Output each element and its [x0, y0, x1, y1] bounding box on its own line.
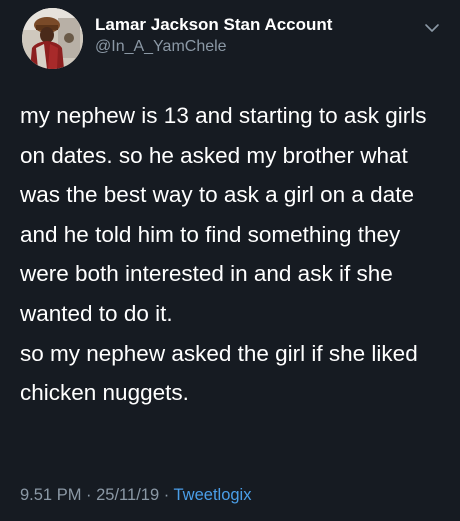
tweet-paragraph: so my nephew asked the girl if she liked…	[20, 340, 418, 406]
meta-separator: ·	[159, 486, 174, 504]
avatar[interactable]	[22, 8, 83, 69]
meta-separator: ·	[81, 486, 97, 504]
tweet-metadata: 9.51 PM · 25/11/19 · Tweetlogix	[20, 486, 251, 505]
display-name[interactable]: Lamar Jackson Stan Account	[95, 15, 332, 35]
tweet-card: Lamar Jackson Stan Account @In_A_YamChel…	[0, 0, 460, 521]
tweet-date: 25/11/19	[96, 486, 160, 504]
profile-photo-icon	[22, 8, 83, 69]
tweet-text: my nephew is 13 and starting to ask girl…	[20, 96, 450, 413]
client-link[interactable]: Tweetlogix	[174, 486, 252, 504]
chevron-down-icon[interactable]	[423, 21, 441, 35]
user-handle[interactable]: @In_A_YamChele	[95, 38, 227, 56]
tweet-paragraph: my nephew is 13 and starting to ask girl…	[20, 103, 427, 326]
tweet-time: 9.51 PM	[20, 486, 82, 504]
